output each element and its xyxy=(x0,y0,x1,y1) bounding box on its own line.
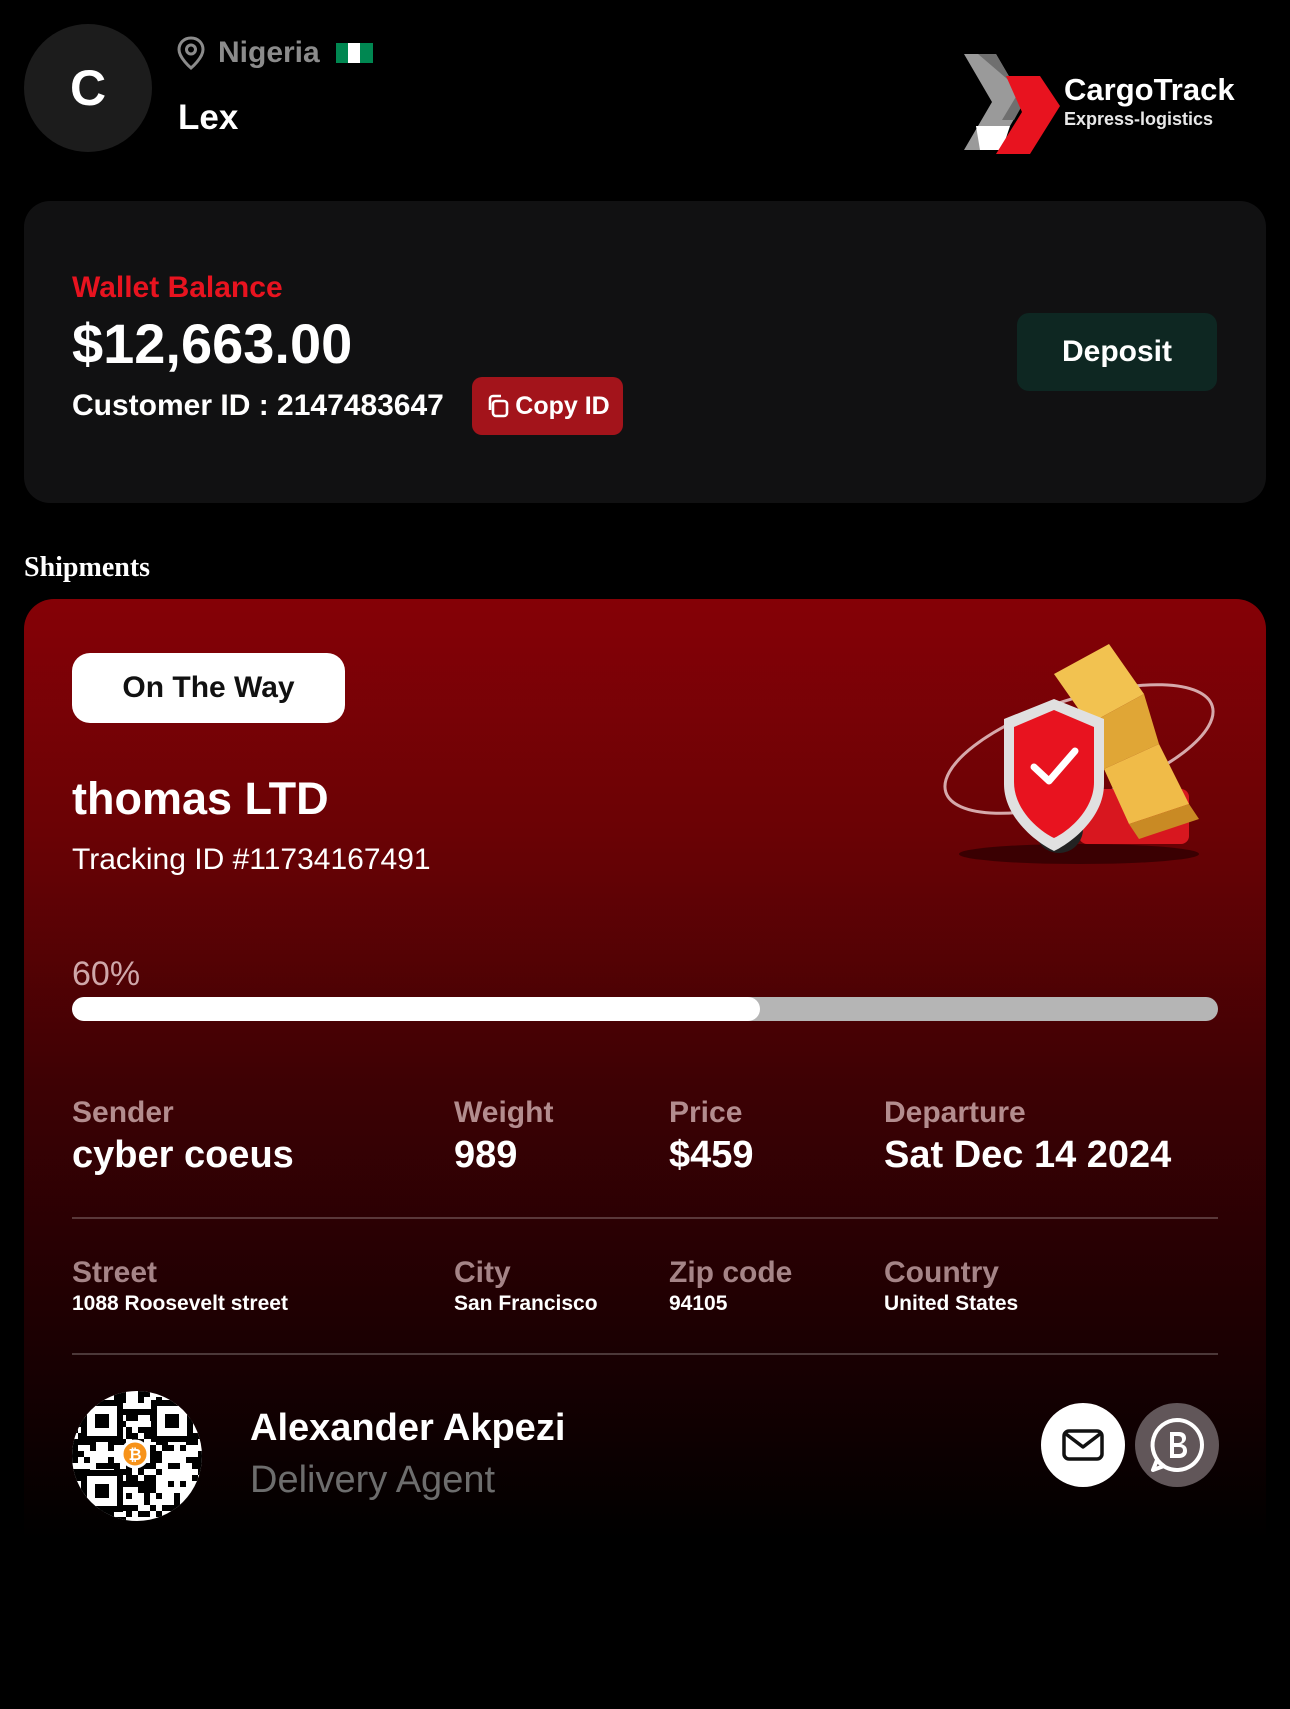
zip-field: Zip code 94105 xyxy=(669,1256,792,1316)
price-value: $459 xyxy=(669,1134,754,1176)
weight-value: 989 xyxy=(454,1134,518,1176)
country-label: Country xyxy=(884,1256,999,1289)
sender-field: Sender cyber coeus xyxy=(72,1096,294,1177)
location: Nigeria xyxy=(176,36,373,70)
mail-icon xyxy=(1062,1429,1104,1461)
agent-role: Delivery Agent xyxy=(250,1459,496,1501)
nigeria-flag-icon xyxy=(335,43,373,63)
location-pin-icon xyxy=(176,36,206,70)
street-value: 1088 Roosevelt street xyxy=(72,1292,288,1315)
street-label: Street xyxy=(72,1256,158,1289)
brand-name: CargoTrack xyxy=(1064,72,1235,107)
shield-package-illustration xyxy=(943,644,1215,864)
agent-qr-avatar[interactable]: ₿ xyxy=(72,1391,202,1521)
location-country: Nigeria xyxy=(218,36,320,69)
country-field: Country United States xyxy=(884,1256,1018,1316)
zip-value: 94105 xyxy=(669,1292,728,1315)
progress-label: 60% xyxy=(72,955,141,993)
status-badge: On The Way xyxy=(72,653,345,723)
avatar-initial: C xyxy=(69,60,107,116)
sender-label: Sender xyxy=(72,1096,174,1129)
progress-bar-fill xyxy=(72,997,760,1021)
city-label: City xyxy=(454,1256,511,1289)
tracking-id: Tracking ID #11734167491 xyxy=(72,843,431,876)
agent-name: Alexander Akpezi xyxy=(250,1407,566,1449)
shipments-heading: Shipments xyxy=(24,552,151,583)
departure-field: Departure Sat Dec 14 2024 xyxy=(884,1096,1171,1177)
avatar[interactable]: C xyxy=(24,24,152,152)
username: Lex xyxy=(178,98,239,137)
deposit-button[interactable]: Deposit xyxy=(1017,313,1217,391)
brand-tagline: Express-logistics xyxy=(1064,109,1214,129)
weight-label: Weight xyxy=(454,1096,554,1129)
price-field: Price $459 xyxy=(669,1096,754,1177)
email-agent-button[interactable] xyxy=(1041,1403,1125,1487)
shipment-card[interactable]: On The Way thomas LTD Tracking ID #11734… xyxy=(24,599,1266,1539)
wallet-card: Wallet Balance $12,663.00 Customer ID : … xyxy=(24,201,1266,503)
copy-id-button[interactable]: Copy ID xyxy=(472,377,623,435)
price-label: Price xyxy=(669,1096,743,1129)
country-value: United States xyxy=(884,1292,1019,1315)
customer-id: Customer ID : 2147483647 xyxy=(72,389,444,422)
street-field: Street 1088 Roosevelt street xyxy=(72,1256,288,1316)
zip-label: Zip code xyxy=(669,1256,793,1289)
wallet-balance: $12,663.00 xyxy=(72,312,353,375)
whatsapp-business-button[interactable] xyxy=(1135,1403,1219,1487)
cargotrack-logo-icon xyxy=(964,54,1060,154)
copy-id-label: Copy ID xyxy=(515,391,610,420)
city-value: San Francisco xyxy=(454,1292,598,1315)
divider xyxy=(72,1353,1218,1355)
brand-logo: CargoTrack Express-logistics xyxy=(962,50,1235,154)
divider xyxy=(72,1217,1218,1219)
wallet-label: Wallet Balance xyxy=(72,271,283,304)
progress-bar xyxy=(72,997,1218,1021)
shipment-company: thomas LTD xyxy=(72,773,329,824)
qr-code-icon: ₿ xyxy=(72,1391,202,1521)
departure-value: Sat Dec 14 2024 xyxy=(884,1134,1172,1176)
copy-icon xyxy=(488,394,509,418)
sender-value: cyber coeus xyxy=(72,1134,294,1176)
svg-text:₿: ₿ xyxy=(128,1445,141,1464)
departure-label: Departure xyxy=(884,1096,1026,1129)
weight-field: Weight 989 xyxy=(454,1096,553,1177)
whatsapp-business-icon xyxy=(1150,1418,1204,1472)
city-field: City San Francisco xyxy=(454,1256,598,1316)
